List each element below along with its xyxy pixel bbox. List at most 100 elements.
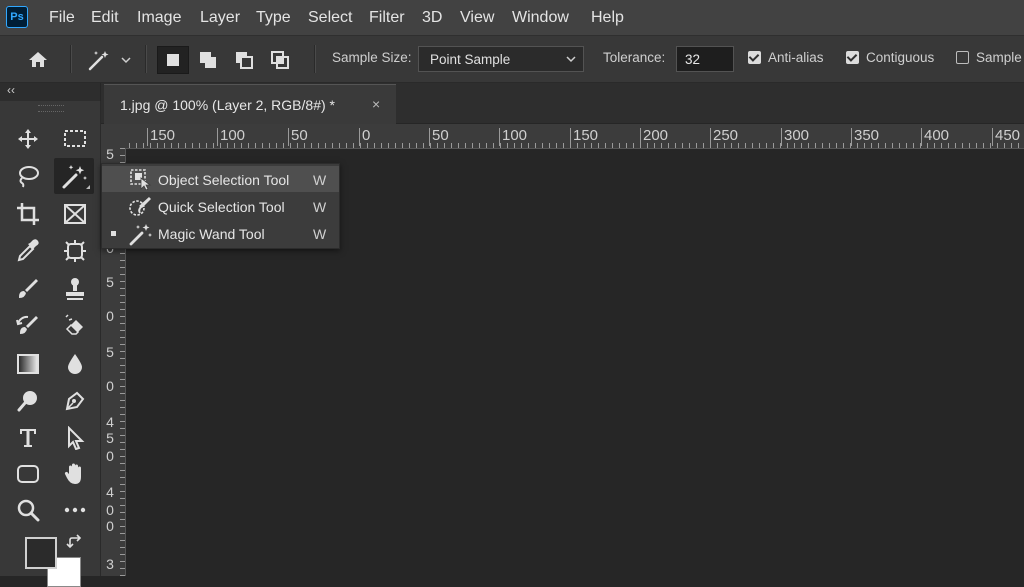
ruler-origin[interactable]	[101, 124, 125, 148]
toolbar-collapse-button[interactable]: ‹‹	[0, 83, 100, 101]
foreground-color-swatch[interactable]	[25, 537, 57, 569]
type-tool-icon[interactable]	[11, 422, 45, 454]
intersect-with-selection-button[interactable]	[265, 46, 297, 74]
subtract-from-selection-button[interactable]	[229, 46, 261, 74]
add-to-selection-button[interactable]	[193, 46, 225, 74]
flyout-item-shortcut: W	[313, 199, 327, 215]
anti-alias-checkbox[interactable]	[748, 51, 761, 64]
ruler-label: 450	[992, 128, 1020, 146]
ruler-label: 5	[106, 146, 114, 162]
path-selection-icon[interactable]	[58, 422, 92, 454]
options-bar: Sample Size: Point Sample Tolerance: 32 …	[0, 36, 1024, 83]
document-tab-title: 1.jpg @ 100% (Layer 2, RGB/8#) *	[120, 97, 335, 113]
ruler-label: 0	[106, 518, 114, 534]
flyout-item-label: Object Selection Tool	[158, 172, 290, 188]
ruler-label: 400	[921, 128, 949, 146]
spot-healing-brush-icon[interactable]	[58, 235, 92, 267]
history-brush-icon[interactable]	[11, 310, 45, 342]
flyout-item-label: Quick Selection Tool	[158, 199, 285, 215]
eyedropper-icon[interactable]	[11, 235, 45, 267]
menu-filter[interactable]: Filter	[369, 0, 405, 35]
dodge-icon[interactable]	[11, 385, 45, 417]
menu-help[interactable]: Help	[591, 0, 624, 35]
ruler-label: 250	[710, 128, 738, 146]
pen-icon[interactable]	[58, 385, 92, 417]
tool-flyout-menu: Object Selection Tool W Quick Selection …	[101, 163, 340, 249]
magic-wand-tool-icon[interactable]	[54, 158, 94, 194]
flyout-item-shortcut: W	[313, 172, 327, 188]
clone-stamp-icon[interactable]	[58, 273, 92, 305]
anti-alias-label: Anti-alias	[768, 50, 824, 65]
rectangle-tool-icon[interactable]	[11, 458, 45, 490]
sample-size-select[interactable]: Point Sample	[418, 46, 584, 72]
ruler-label: 50	[429, 128, 449, 146]
menu-layer[interactable]: Layer	[200, 0, 240, 35]
ruler-label: 0	[106, 308, 114, 324]
menu-select[interactable]: Select	[308, 0, 352, 35]
tool-preset-picker[interactable]	[84, 46, 136, 74]
gradient-icon[interactable]	[11, 348, 45, 380]
active-tool-indicator	[111, 231, 116, 236]
menu-image[interactable]: Image	[137, 0, 181, 35]
menu-file[interactable]: File	[49, 0, 75, 35]
sample-size-value: Point Sample	[430, 52, 511, 67]
flyout-item-label: Magic Wand Tool	[158, 226, 265, 242]
flyout-item-magic-wand[interactable]: Magic Wand Tool W	[102, 220, 339, 246]
ruler-label: 5	[106, 274, 114, 290]
move-tool-icon[interactable]	[11, 123, 45, 155]
ruler-label: 150	[570, 128, 598, 146]
flyout-item-object-selection[interactable]: Object Selection Tool W	[102, 166, 339, 192]
ruler-label: 100	[499, 128, 527, 146]
menu-view[interactable]: View	[460, 0, 494, 35]
separator	[70, 45, 72, 73]
more-tools-icon[interactable]	[58, 494, 92, 526]
ruler-label: 150	[147, 128, 175, 146]
brush-icon[interactable]	[11, 273, 45, 305]
tolerance-input[interactable]: 32	[676, 46, 734, 72]
ruler-label: 0	[106, 448, 114, 464]
menu-window[interactable]: Window	[512, 0, 569, 35]
separator	[145, 45, 147, 73]
tolerance-label: Tolerance:	[603, 50, 666, 65]
collapse-glyph: ‹‹	[7, 83, 15, 97]
document-tab[interactable]: 1.jpg @ 100% (Layer 2, RGB/8#) * ×	[104, 84, 396, 124]
quick-selection-icon	[129, 197, 151, 216]
chevron-down-icon	[566, 56, 576, 63]
eraser-icon[interactable]	[58, 310, 92, 342]
ruler-label: 4	[106, 414, 114, 430]
blur-icon[interactable]	[58, 348, 92, 380]
hand-tool-icon[interactable]	[58, 458, 92, 490]
contiguous-checkbox[interactable]	[846, 51, 859, 64]
frame-tool-icon[interactable]	[58, 198, 92, 230]
ruler-label: 5	[106, 430, 114, 446]
separator	[314, 45, 316, 73]
ruler-label: 5	[106, 344, 114, 360]
ruler-label: 100	[217, 128, 245, 146]
contiguous-label: Contiguous	[866, 50, 935, 65]
flyout-item-shortcut: W	[313, 226, 327, 242]
menu-type[interactable]: Type	[256, 0, 291, 35]
magic-wand-icon	[129, 224, 152, 246]
zoom-icon[interactable]	[11, 494, 45, 526]
home-icon[interactable]	[22, 46, 54, 74]
menu-3d[interactable]: 3D	[422, 0, 442, 35]
sample-size-label: Sample Size:	[332, 50, 412, 65]
crop-icon[interactable]	[11, 198, 45, 230]
flyout-item-quick-selection[interactable]: Quick Selection Tool W	[102, 193, 339, 219]
swap-colors-icon[interactable]	[66, 534, 84, 550]
menu-bar: Ps File Edit Image Layer Type Select Fil…	[0, 0, 1024, 36]
sample-all-layers-checkbox[interactable]	[956, 51, 969, 64]
new-selection-button[interactable]	[157, 46, 189, 74]
ruler-label: 50	[288, 128, 308, 146]
menu-edit[interactable]: Edit	[91, 0, 119, 35]
photoshop-logo: Ps	[6, 6, 28, 28]
panel-grip[interactable]	[38, 105, 64, 112]
ruler-label: 0	[106, 502, 114, 518]
ruler-label: 4	[106, 484, 114, 500]
ruler-label: 200	[640, 128, 668, 146]
lasso-icon[interactable]	[11, 160, 45, 192]
tools-panel	[0, 101, 101, 576]
ruler-label: 3	[106, 556, 114, 572]
rectangular-marquee-icon[interactable]	[58, 123, 92, 155]
close-icon[interactable]: ×	[372, 96, 380, 112]
